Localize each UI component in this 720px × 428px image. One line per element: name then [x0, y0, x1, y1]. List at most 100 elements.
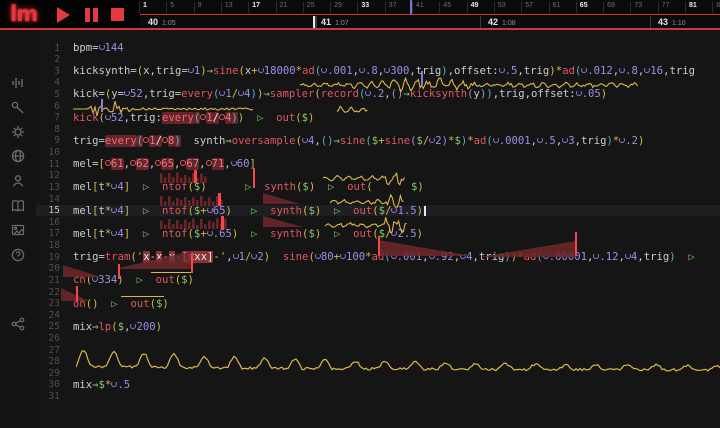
- beat-label: 49: [471, 2, 479, 9]
- code-line[interactable]: oh() ▷ out($): [73, 298, 169, 310]
- beat-tick: [412, 2, 413, 13]
- app-logo: lm: [10, 2, 37, 26]
- stop-button[interactable]: [111, 7, 127, 23]
- code-token: [130, 228, 143, 240]
- code-token: ad: [524, 251, 537, 263]
- code-token: .8: [365, 65, 378, 77]
- beat-label: 77: [662, 2, 670, 9]
- knob-widget[interactable]: [206, 160, 212, 166]
- measure-label: 411:07: [321, 17, 349, 27]
- code-token: (: [86, 274, 92, 286]
- code-token: sine: [283, 251, 309, 263]
- code-line[interactable]: kick(52,trig:every(1/4)) ▷ out($): [73, 112, 314, 124]
- code-token: synth: [264, 181, 296, 193]
- code-line[interactable]: mel=[61,62,65,67,71,60]: [73, 158, 256, 170]
- beat-tick: [166, 2, 167, 13]
- code-token: ntof: [162, 228, 188, 240]
- code-token: +: [200, 228, 206, 240]
- play-button[interactable]: [57, 7, 73, 23]
- code-token: 61: [111, 158, 124, 170]
- beat-tick: [248, 2, 249, 13]
- beat-label: 21: [280, 2, 288, 9]
- beat-tick: [221, 2, 222, 13]
- knob-widget[interactable]: [105, 160, 111, 166]
- code-token: [257, 228, 270, 240]
- code-line[interactable]: mix⇒$*.5: [73, 379, 130, 391]
- code-token: sine: [213, 65, 239, 77]
- code-token: ): [156, 321, 162, 333]
- code-token: ch: [73, 274, 86, 286]
- code-token: (): [321, 135, 334, 147]
- image-icon[interactable]: [10, 222, 26, 238]
- code-token: 52: [111, 112, 124, 124]
- code-token: 67: [186, 158, 199, 170]
- globe-icon[interactable]: [10, 148, 26, 164]
- code-token: /: [156, 135, 162, 147]
- code-token: ,trig: [663, 65, 695, 77]
- code-token: out: [156, 274, 175, 286]
- code-line[interactable]: mel[t*4] ▷ ntof($+.65) ▷ synth($) ▷ out(…: [73, 228, 423, 240]
- code-token: .012: [587, 65, 613, 77]
- text-cursor: [424, 206, 426, 216]
- gear-icon[interactable]: [10, 124, 26, 140]
- beat-label: 61: [553, 2, 561, 9]
- code-token: [251, 181, 264, 193]
- code-token: ntof: [162, 205, 188, 217]
- code-token: (: [486, 135, 492, 147]
- beat-tick: [467, 2, 468, 13]
- timeline-ruler[interactable]: 1591317212529333741454953576165697377818…: [140, 0, 720, 30]
- code-line[interactable]: trig=every(1/8) synth⇒oversample(4,()→si…: [73, 135, 644, 147]
- code-line[interactable]: kick=(y=52,trig=every(1/4))→sampler(reco…: [73, 88, 607, 100]
- pause-button[interactable]: [85, 7, 101, 23]
- code-token: ,trig: [637, 251, 669, 263]
- code-token: ): [417, 228, 423, 240]
- beat-label: 81: [689, 2, 697, 9]
- audio-wave-icon[interactable]: [10, 75, 26, 91]
- beat-tick: [494, 2, 495, 13]
- top-bar: lm 1591317212529333741454953576165697377…: [0, 0, 720, 30]
- code-token: 300: [390, 65, 409, 77]
- code-token: [130, 181, 143, 193]
- code-token: (): [391, 88, 404, 100]
- code-token: ,trig: [575, 135, 607, 147]
- beat-label: 9: [198, 2, 202, 9]
- code-editor[interactable]: 1bpm=14423kicksynth=(x,trig=1)→sine(x+18…: [36, 30, 720, 428]
- beat-tick: [439, 2, 440, 13]
- waveform-viz: [337, 102, 368, 118]
- code-token: ntof: [162, 181, 188, 193]
- code-token: ,: [226, 251, 232, 263]
- code-line[interactable]: kicksynth=(x,trig=1)→sine(x+18000*ad(.00…: [73, 65, 695, 77]
- code-line[interactable]: mel[t*4] ▷ ntof($) ▷ synth($) ▷ out( $): [73, 181, 424, 193]
- code-token: tram: [105, 251, 131, 263]
- beat-label: 13: [225, 2, 233, 9]
- code-token: [340, 205, 353, 217]
- line-number: 4: [38, 77, 60, 88]
- wrench-icon[interactable]: [10, 100, 26, 116]
- code-token: 144: [105, 42, 124, 54]
- code-token: ,trig: [473, 251, 505, 263]
- code-token: +: [334, 251, 340, 263]
- line-number: 28: [38, 356, 60, 367]
- help-icon[interactable]: [10, 247, 26, 263]
- book-icon[interactable]: [10, 198, 26, 214]
- code-token: [149, 205, 162, 217]
- code-token: +: [251, 65, 257, 77]
- code-token: record: [321, 88, 359, 100]
- code-token: ): [162, 298, 168, 310]
- code-line[interactable]: bpm=144: [73, 42, 124, 54]
- code-token: /: [213, 112, 219, 124]
- code-token: (): [86, 298, 99, 310]
- timeline-playhead[interactable]: [410, 0, 412, 14]
- code-token: ): [601, 88, 607, 100]
- code-line[interactable]: ch(334) ▷ out($): [73, 274, 194, 286]
- beat-label: 1: [143, 2, 147, 9]
- stop-icon: [111, 8, 124, 21]
- code-line[interactable]: trig=tram('x-x-x-[xxx]-',1/2) sine(80+10…: [73, 251, 695, 263]
- beat-tick: [357, 2, 358, 13]
- code-line[interactable]: mix⇒lp($,200): [73, 321, 162, 333]
- code-line[interactable]: mel[t*4] ▷ ntof($+65) ▷ synth($) ▷ out($…: [73, 205, 423, 217]
- user-icon[interactable]: [10, 173, 26, 189]
- code-token: /: [232, 88, 238, 100]
- share-nodes-icon[interactable]: [10, 316, 26, 332]
- code-token: ,: [531, 135, 537, 147]
